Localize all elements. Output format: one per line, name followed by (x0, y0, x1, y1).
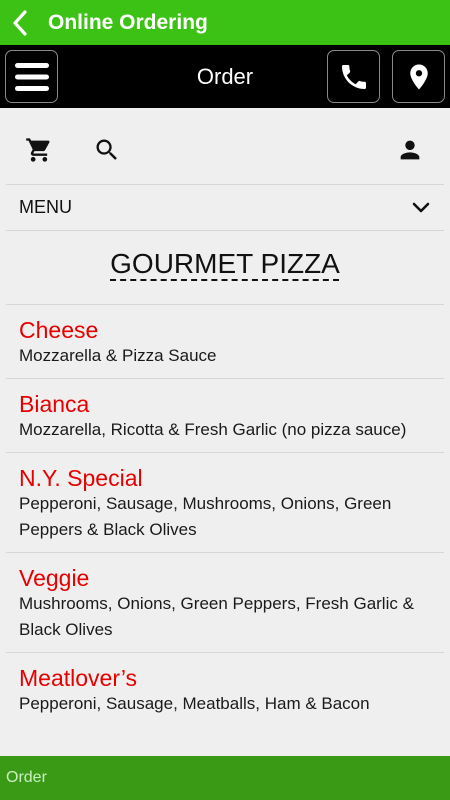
section-title: GOURMET PIZZA (110, 248, 340, 279)
divider (6, 230, 444, 231)
menu-select-label: MENU (19, 197, 72, 217)
chevron-down-icon (412, 202, 430, 212)
search-button[interactable] (92, 135, 122, 165)
hamburger-icon (14, 62, 49, 91)
menu-item[interactable]: Veggie Mushrooms, Onions, Green Peppers,… (6, 552, 444, 652)
menu-item-description: Mozzarella & Pizza Sauce (19, 346, 217, 365)
toolbar (0, 108, 450, 185)
cart-button[interactable] (24, 135, 54, 165)
search-icon (96, 139, 117, 160)
menu-item-name: Bianca (19, 391, 90, 417)
menu-item-name: Cheese (19, 317, 99, 343)
section-heading: GOURMET PIZZA (0, 248, 450, 280)
menu-item-name: Meatlover’s (19, 665, 138, 691)
menu-item[interactable]: Meatlover’s Pepperoni, Sausage, Meatball… (6, 652, 444, 726)
account-button[interactable] (395, 135, 425, 165)
cart-icon (26, 138, 50, 162)
user-icon (400, 140, 420, 160)
menu-item-description: Pepperoni, Sausage, Mushrooms, Onions, G… (19, 494, 392, 539)
bottom-bar[interactable]: Order (0, 756, 450, 800)
menu-item[interactable]: Cheese Mozzarella & Pizza Sauce (6, 304, 444, 378)
location-button[interactable] (392, 50, 445, 103)
call-button[interactable] (327, 50, 380, 103)
menu-item[interactable]: Bianca Mozzarella, Ricotta & Fresh Garli… (6, 378, 444, 452)
menu-item-list: Cheese Mozzarella & Pizza Sauce Bianca M… (6, 304, 444, 726)
app-title: Online Ordering (48, 10, 208, 34)
phone-icon (341, 64, 366, 89)
menu-item-description: Pepperoni, Sausage, Meatballs, Ham & Bac… (19, 694, 370, 713)
menu-item-name: Veggie (19, 565, 90, 591)
header-bar: Order (0, 45, 450, 108)
menu-item-description: Mushrooms, Onions, Green Peppers, Fresh … (19, 594, 414, 639)
location-pin-icon (409, 64, 428, 89)
menu-item-name: N.Y. Special (19, 465, 143, 491)
back-icon (13, 9, 27, 36)
page-title: Order (196, 64, 254, 89)
menu-item-description: Mozzarella, Ricotta & Fresh Garlic (no p… (19, 420, 407, 439)
menu-button[interactable] (5, 50, 58, 103)
bottom-bar-label: Order (6, 769, 47, 786)
menu-category-select[interactable]: MENU (6, 185, 444, 230)
app-bar: Online Ordering (0, 0, 450, 45)
menu-item[interactable]: N.Y. Special Pepperoni, Sausage, Mushroo… (6, 452, 444, 552)
back-button[interactable] (0, 0, 40, 45)
